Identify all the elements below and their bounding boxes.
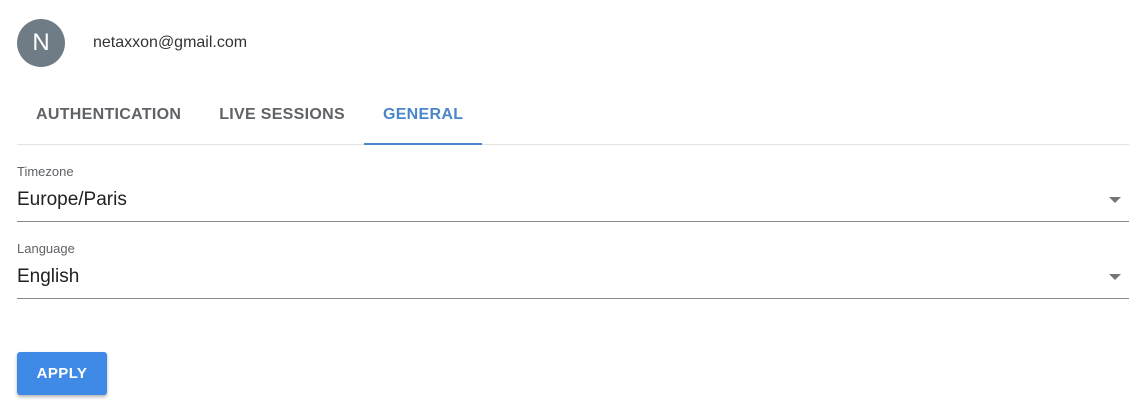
avatar: N [17,19,65,67]
language-value: English [17,266,80,287]
dropdown-arrow-icon [1109,274,1121,280]
language-field: Language English [17,241,1129,299]
timezone-value: Europe/Paris [17,189,127,210]
language-select[interactable]: English [17,266,1129,299]
timezone-label: Timezone [17,164,74,179]
tab-authentication[interactable]: AUTHENTICATION [17,90,200,144]
user-email: netaxxon@gmail.com [93,34,248,51]
tab-general[interactable]: GENERAL [363,90,483,145]
apply-button[interactable]: APPLY [17,352,107,395]
timezone-field: Timezone Europe/Paris [17,164,1129,222]
dropdown-arrow-icon [1109,197,1121,203]
tab-bar: AUTHENTICATION LIVE SESSIONS GENERAL [17,90,1129,145]
language-label: Language [17,241,75,256]
tab-live-sessions[interactable]: LIVE SESSIONS [200,90,364,144]
user-header: N netaxxon@gmail.com [17,19,247,67]
settings-page: N netaxxon@gmail.com AUTHENTICATION LIVE… [0,0,1144,416]
timezone-select[interactable]: Europe/Paris [17,189,1129,222]
